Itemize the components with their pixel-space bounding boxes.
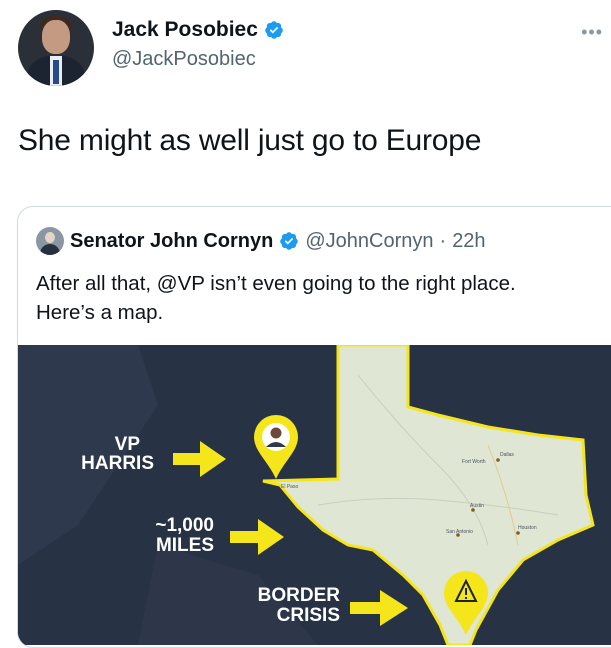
texas-map-image[interactable]: El Paso Fort Worth Dallas Austin San Ant… (18, 343, 611, 647)
quoted-author-name[interactable]: Senator John Cornyn (70, 230, 273, 253)
tweet-text: She might as well just go to Europe (18, 124, 482, 157)
miles-label: MILES (156, 535, 214, 556)
author-name[interactable]: Jack Posobiec (112, 18, 284, 42)
map-graphic: El Paso Fort Worth Dallas Austin San Ant… (18, 343, 611, 647)
separator-dot: · (439, 229, 447, 252)
city-label: El Paso (281, 484, 298, 490)
miles-label: ~1,000 (155, 515, 214, 536)
city-label: Dallas (500, 452, 514, 458)
border-crisis-label: CRISIS (277, 605, 340, 626)
vp-harris-label: HARRIS (81, 453, 154, 474)
city-label: Fort Worth (462, 459, 486, 465)
vp-harris-label: VP (115, 434, 141, 455)
quoted-tweet[interactable]: Senator John Cornyn @JohnCornyn · 22h Af… (17, 206, 611, 648)
quoted-timestamp[interactable]: 22h (452, 230, 485, 253)
quoted-author-avatar[interactable] (36, 227, 64, 255)
city-label: Austin (470, 503, 484, 509)
quoted-author-handle[interactable]: @JohnCornyn (305, 230, 433, 253)
author-handle[interactable]: @JackPosobiec (112, 48, 256, 71)
border-crisis-label: BORDER (258, 585, 341, 606)
author-name-text[interactable]: Jack Posobiec (112, 18, 258, 42)
quoted-tweet-text: After all that, @VP isn’t even going to … (36, 272, 516, 324)
quoted-tweet-header: Senator John Cornyn @JohnCornyn · 22h (36, 227, 486, 255)
more-icon[interactable]: ••• (581, 22, 603, 43)
verified-badge-icon (280, 232, 299, 250)
city-label: Houston (518, 525, 537, 531)
verified-badge-icon (265, 21, 283, 39)
city-label: San Antonio (446, 529, 473, 535)
author-avatar[interactable] (18, 10, 94, 86)
